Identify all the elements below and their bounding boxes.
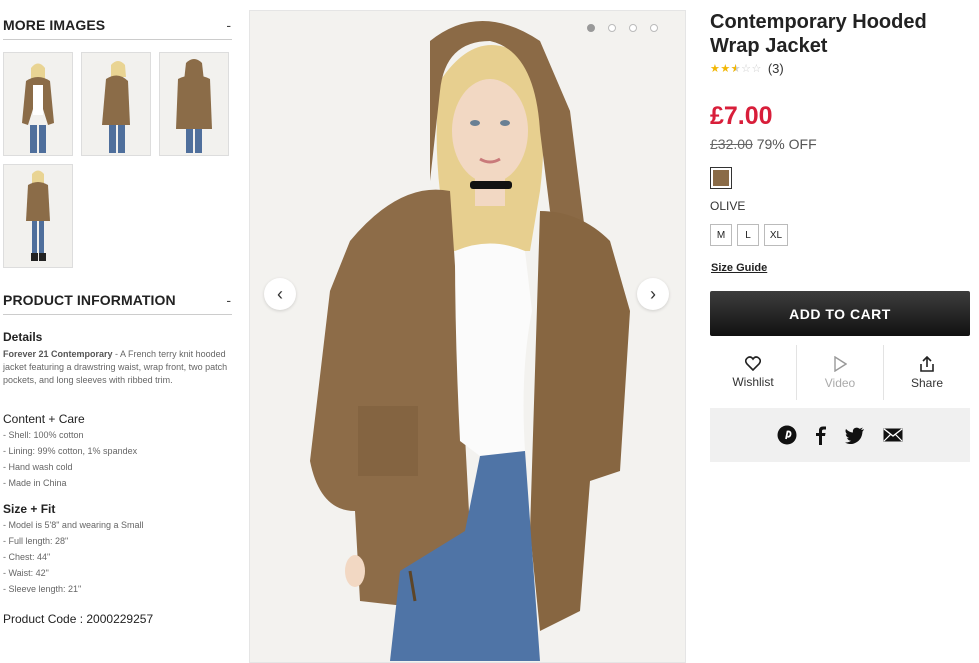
size-fit-list: - Model is 5'8" and wearing a Small - Fu… — [3, 519, 233, 596]
product-information-header[interactable]: PRODUCT INFORMATION - — [3, 286, 232, 315]
wishlist-label: Wishlist — [732, 375, 774, 389]
discount-label: 79% OFF — [756, 136, 817, 152]
gallery-dots — [587, 24, 658, 32]
product-title: Contemporary Hooded Wrap Jacket — [710, 11, 927, 57]
wishlist-button[interactable]: Wishlist — [710, 345, 796, 400]
details-brand: Forever 21 Contemporary — [3, 349, 113, 359]
email-icon[interactable] — [883, 428, 903, 442]
size-fit-heading: Size + Fit — [3, 502, 56, 516]
content-care-heading: Content + Care — [3, 412, 85, 426]
size-item: - Full length: 28" — [3, 536, 69, 546]
facebook-icon[interactable] — [815, 425, 827, 445]
share-button[interactable]: Share — [883, 345, 970, 400]
play-icon — [834, 355, 847, 372]
original-price: £32.00 — [710, 136, 753, 152]
content-item: - Made in China — [3, 478, 67, 488]
thumbnail-4[interactable] — [3, 164, 73, 268]
rating-stars-icon: ★★★★☆☆ — [710, 63, 762, 75]
gallery-dot-1[interactable] — [587, 24, 595, 32]
more-images-header[interactable]: MORE IMAGES - — [3, 11, 232, 40]
video-button[interactable]: Video — [796, 345, 883, 400]
size-guide-link[interactable]: Size Guide — [711, 262, 767, 274]
product-actions: Wishlist Video Share — [710, 345, 970, 400]
size-item: - Sleeve length: 21" — [3, 584, 82, 594]
more-images-collapse-toggle[interactable]: - — [226, 17, 232, 33]
size-option-m[interactable]: M — [710, 224, 732, 246]
product-rating[interactable]: ★★★★☆☆ (3) — [710, 61, 784, 76]
content-item: - Hand wash cold — [3, 462, 73, 472]
thumbnail-2[interactable] — [81, 52, 151, 156]
size-option-l[interactable]: L — [737, 224, 759, 246]
product-code: Product Code : 2000229257 — [3, 612, 154, 626]
color-swatch-olive[interactable] — [710, 167, 732, 189]
size-item: - Waist: 42" — [3, 568, 49, 578]
chevron-left-icon: ‹ — [277, 283, 283, 304]
gallery-next-button[interactable]: › — [637, 278, 669, 310]
gallery-dot-3[interactable] — [629, 24, 637, 32]
sale-price: £7.00 — [710, 102, 773, 130]
product-information-collapse-toggle[interactable]: - — [226, 292, 232, 308]
selected-color-name: OLIVE — [710, 199, 746, 213]
pinterest-icon[interactable] — [777, 425, 797, 445]
video-label: Video — [824, 375, 856, 390]
main-product-image[interactable] — [249, 10, 686, 663]
swatch-fill — [713, 170, 729, 186]
size-item: - Model is 5'8" and wearing a Small — [3, 520, 144, 530]
details-heading: Details — [3, 330, 43, 344]
details-description: Forever 21 Contemporary - A French terry… — [3, 348, 233, 387]
social-share-bar — [710, 408, 970, 462]
chevron-right-icon: › — [650, 283, 656, 304]
gallery-dot-4[interactable] — [650, 24, 658, 32]
review-count: (3) — [767, 61, 784, 76]
heart-icon — [745, 356, 761, 371]
add-to-cart-button[interactable]: ADD TO CART — [710, 291, 970, 336]
content-care-list: - Shell: 100% cotton - Lining: 99% cotto… — [3, 429, 233, 490]
product-information-title: PRODUCT INFORMATION — [3, 292, 176, 308]
size-item: - Chest: 44" — [3, 552, 51, 562]
gallery-dot-2[interactable] — [608, 24, 616, 32]
size-selector: M L XL — [710, 224, 788, 246]
original-price-line: £32.00 79% OFF — [710, 136, 817, 152]
size-option-xl[interactable]: XL — [764, 224, 788, 246]
more-images-title: MORE IMAGES — [3, 17, 106, 33]
share-icon — [920, 355, 934, 372]
twitter-icon[interactable] — [845, 427, 865, 444]
content-item: - Shell: 100% cotton — [3, 430, 84, 440]
gallery-prev-button[interactable]: ‹ — [264, 278, 296, 310]
content-item: - Lining: 99% cotton, 1% spandex — [3, 446, 138, 456]
share-label: Share — [910, 375, 944, 390]
thumbnail-1[interactable] — [3, 52, 73, 156]
thumbnail-3[interactable] — [159, 52, 229, 156]
